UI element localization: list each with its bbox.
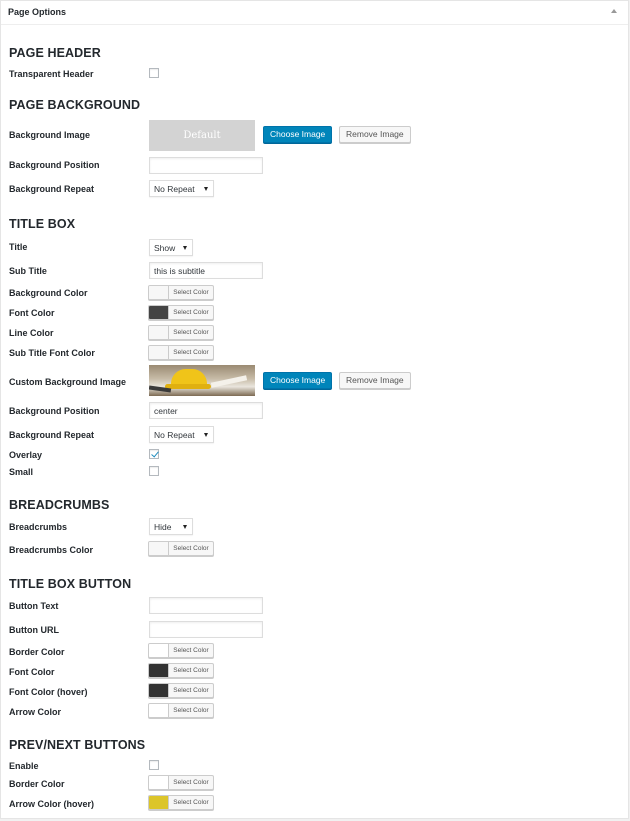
- custom-remove-image-button[interactable]: Remove Image: [339, 372, 411, 389]
- overlay-checkbox[interactable]: [149, 449, 159, 459]
- color-swatch: [149, 704, 169, 717]
- helmet-brim-image: [165, 384, 211, 389]
- button-border-color-picker[interactable]: Select Color: [148, 643, 214, 658]
- custom-bg-image-label: Custom Background Image: [9, 377, 127, 387]
- subtitle-font-color-label: Sub Title Font Color: [9, 348, 95, 358]
- chevron-down-icon: [183, 246, 187, 250]
- button-font-color-hover-label: Font Color (hover): [9, 687, 88, 697]
- chevron-down-icon: [204, 433, 208, 437]
- page-options-panel: Page Options PAGE HEADER Transparent Hea…: [0, 0, 629, 819]
- select-color-label: Select Color: [173, 799, 209, 806]
- title-select[interactable]: Show: [149, 239, 193, 256]
- breadcrumbs-select[interactable]: Hide: [149, 518, 193, 535]
- overlay-label: Overlay: [9, 450, 43, 460]
- subtitle-label: Sub Title: [9, 266, 47, 276]
- background-position-label: Background Position: [9, 160, 100, 170]
- button-font-color-label: Font Color: [9, 667, 55, 677]
- transparent-header-checkbox[interactable]: [149, 68, 159, 78]
- title-font-color-picker[interactable]: Select Color: [148, 305, 214, 320]
- prev-next-arrow-color-hover-label: Arrow Color (hover): [9, 799, 95, 809]
- remove-image-button[interactable]: Remove Image: [339, 126, 411, 143]
- button-font-color-hover-picker[interactable]: Select Color: [148, 683, 214, 698]
- title-bg-color-picker[interactable]: Select Color: [148, 285, 214, 300]
- title-font-color-label: Font Color: [9, 308, 55, 318]
- button-text-label: Button Text: [9, 601, 59, 611]
- prev-next-border-color-picker[interactable]: Select Color: [148, 775, 214, 790]
- select-color-label: Select Color: [173, 687, 209, 694]
- button-font-color-picker[interactable]: Select Color: [148, 663, 214, 678]
- subtitle-input[interactable]: this is subtitle: [149, 262, 263, 279]
- breadcrumbs-label: Breadcrumbs: [9, 522, 68, 532]
- tool-image: [210, 375, 248, 388]
- background-position-input[interactable]: [149, 157, 263, 174]
- transparent-header-label: Transparent Header: [9, 69, 94, 79]
- chevron-down-icon: [183, 525, 187, 529]
- prev-next-border-color-label: Border Color: [9, 779, 65, 789]
- color-swatch: [149, 664, 169, 677]
- section-prev-next: PREV/NEXT BUTTONS: [9, 738, 146, 752]
- collapse-arrow-icon[interactable]: [611, 9, 617, 13]
- button-text-input[interactable]: [149, 597, 263, 614]
- background-repeat-select[interactable]: No Repeat: [149, 180, 214, 197]
- background-image-label: Background Image: [9, 130, 91, 140]
- chevron-down-icon: [204, 187, 208, 191]
- panel-header[interactable]: Page Options: [1, 1, 628, 25]
- button-arrow-color-label: Arrow Color: [9, 707, 62, 717]
- select-color-label: Select Color: [173, 707, 209, 714]
- button-url-label: Button URL: [9, 625, 59, 635]
- select-color-label: Select Color: [173, 309, 209, 316]
- color-swatch: [149, 286, 169, 299]
- title-label: Title: [9, 242, 28, 252]
- select-color-label: Select Color: [173, 647, 209, 654]
- select-color-label: Select Color: [173, 779, 209, 786]
- small-checkbox[interactable]: [149, 466, 159, 476]
- section-page-background: PAGE BACKGROUND: [9, 98, 141, 112]
- color-swatch: [149, 684, 169, 697]
- panel-title: Page Options: [8, 7, 67, 17]
- button-border-color-label: Border Color: [9, 647, 65, 657]
- title-bg-repeat-select[interactable]: No Repeat: [149, 426, 214, 443]
- custom-bg-image-preview: [149, 365, 255, 396]
- enable-label: Enable: [9, 761, 39, 771]
- title-bg-repeat-value: No Repeat: [154, 430, 195, 440]
- color-swatch: [149, 542, 169, 555]
- subtitle-font-color-picker[interactable]: Select Color: [148, 345, 214, 360]
- title-bg-color-label: Background Color: [9, 288, 88, 298]
- background-repeat-label: Background Repeat: [9, 184, 95, 194]
- background-repeat-value: No Repeat: [154, 184, 195, 194]
- breadcrumbs-color-label: Breadcrumbs Color: [9, 545, 94, 555]
- title-value: Show: [154, 243, 176, 253]
- select-color-label: Select Color: [173, 349, 209, 356]
- prev-next-arrow-color-hover-picker[interactable]: Select Color: [148, 795, 214, 810]
- select-color-label: Select Color: [173, 545, 209, 552]
- section-title-box: TITLE BOX: [9, 217, 76, 231]
- breadcrumbs-value: Hide: [154, 522, 172, 532]
- color-swatch: [149, 326, 169, 339]
- title-bg-position-input[interactable]: center: [149, 402, 263, 419]
- section-page-header: PAGE HEADER: [9, 46, 101, 60]
- line-color-picker[interactable]: Select Color: [148, 325, 214, 340]
- color-swatch: [149, 306, 169, 319]
- background-image-preview: Default: [149, 120, 255, 151]
- button-arrow-color-picker[interactable]: Select Color: [148, 703, 214, 718]
- button-url-input[interactable]: [149, 621, 263, 638]
- enable-checkbox[interactable]: [149, 760, 159, 770]
- title-bg-position-label: Background Position: [9, 406, 100, 416]
- small-label: Small: [9, 467, 34, 477]
- section-title-box-button: TITLE BOX BUTTON: [9, 577, 132, 591]
- select-color-label: Select Color: [173, 667, 209, 674]
- select-color-label: Select Color: [173, 289, 209, 296]
- breadcrumbs-color-picker[interactable]: Select Color: [148, 541, 214, 556]
- color-swatch: [149, 644, 169, 657]
- choose-image-button[interactable]: Choose Image: [263, 126, 333, 143]
- line-color-label: Line Color: [9, 328, 54, 338]
- custom-choose-image-button[interactable]: Choose Image: [263, 372, 333, 389]
- color-swatch: [149, 776, 169, 789]
- title-bg-repeat-label: Background Repeat: [9, 430, 95, 440]
- section-breadcrumbs: BREADCRUMBS: [9, 498, 110, 512]
- color-swatch: [149, 346, 169, 359]
- select-color-label: Select Color: [173, 329, 209, 336]
- color-swatch: [149, 796, 169, 809]
